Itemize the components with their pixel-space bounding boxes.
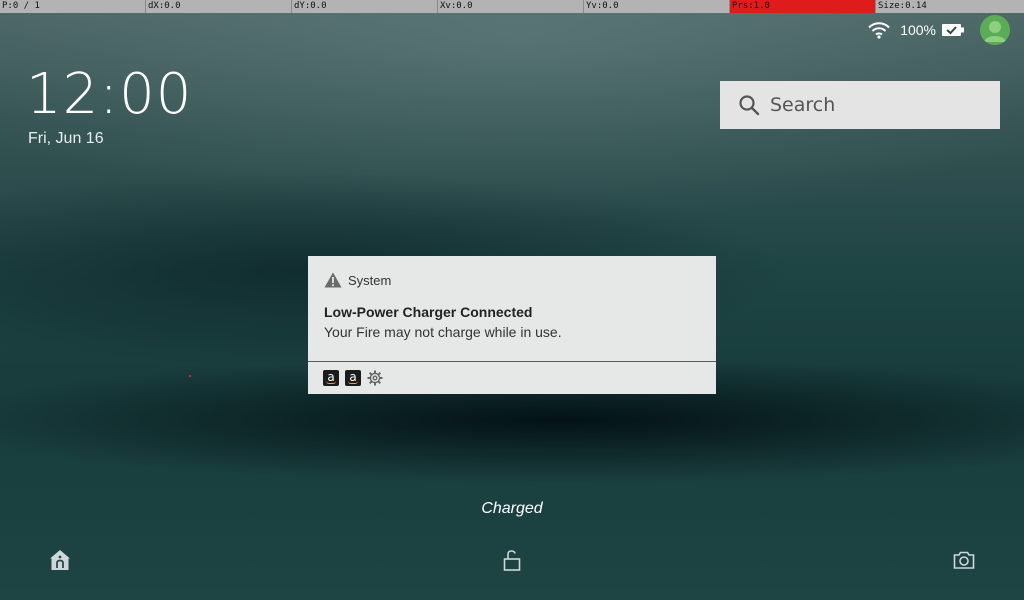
notification-app-name: System [348,272,392,288]
settings-gear-icon[interactable] [367,370,383,386]
debug-size: Size:0.14 [878,1,927,11]
debug-pointer-count: P:0 / 1 [0,0,146,13]
warning-icon [324,272,342,288]
search-icon [739,95,760,116]
amazon-app-icon[interactable]: a [323,370,339,386]
camera-icon[interactable] [952,548,976,572]
debug-y-velocity: Yv:0.0 [584,0,730,13]
search-box[interactable]: Search [720,81,1000,129]
notification-divider [308,361,716,362]
debug-dx: dX:0.0 [146,0,292,13]
debug-x-velocity: Xv:0.0 [438,0,584,13]
notification-title: Low-Power Charger Connected [324,304,533,320]
touch-trace-dot [189,375,191,377]
user-avatar-icon[interactable] [980,15,1010,45]
charging-status: Charged [481,500,543,517]
unlock-icon[interactable] [500,548,524,572]
notification-action-icons: a a [323,370,383,386]
debug-dy: dY:0.0 [292,0,438,13]
battery-percent: 100% [900,22,936,38]
lockscreen-clock: 12:00 [26,62,193,127]
home-icon[interactable] [48,548,72,572]
pointer-location-bar: P:0 / 1 dX:0.0 dY:0.0 Xv:0.0 Yv:0.0 Prs:… [0,0,1024,13]
amazon-app-icon[interactable]: a [345,370,361,386]
debug-pressure: Prs:1.0 [730,0,876,13]
notification-header: System [324,272,391,288]
battery-charged-icon [942,24,964,36]
search-placeholder: Search [770,94,836,116]
lockscreen-date: Fri, Jun 16 [28,130,104,147]
notification-body: Your Fire may not charge while in use. [324,324,562,340]
wifi-icon [868,22,890,39]
notification-card[interactable]: System Low-Power Charger Connected Your … [308,256,716,394]
status-area: 100% [868,15,1010,45]
